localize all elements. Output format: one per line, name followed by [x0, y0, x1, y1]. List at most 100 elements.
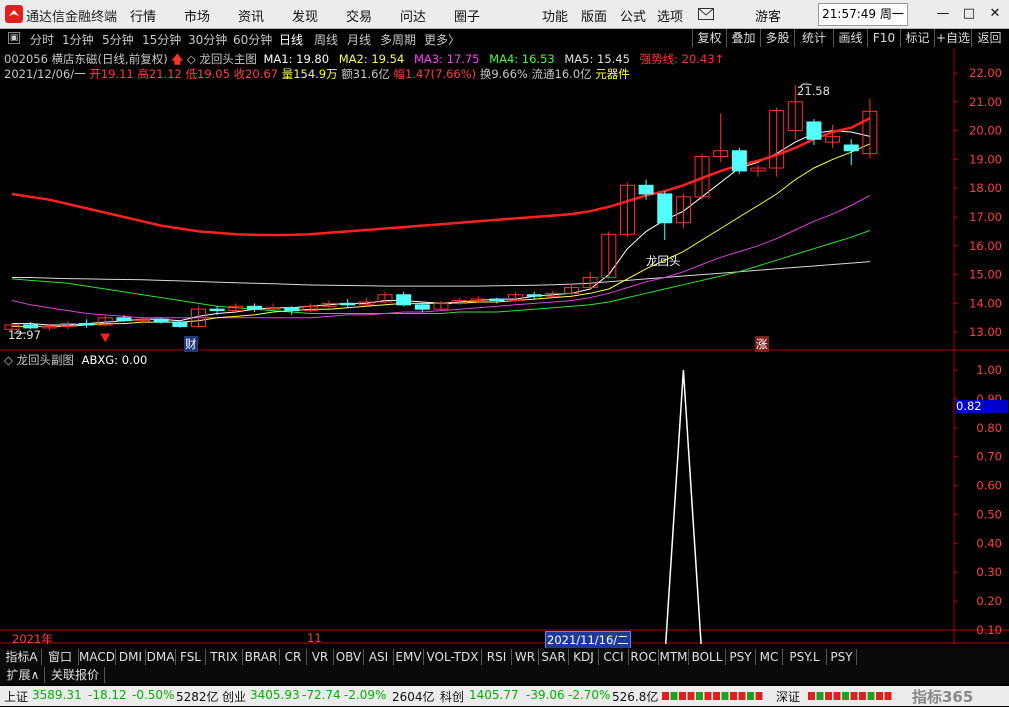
indicator-tab-boll[interactable]: BOLL	[689, 649, 726, 665]
maximize-icon[interactable]: □	[958, 4, 980, 24]
menu-item-hangqing[interactable]: 行情	[130, 6, 156, 25]
indicator-tab-macd[interactable]: MACD	[79, 649, 116, 665]
diejia-button[interactable]: 叠加	[726, 29, 760, 47]
indicator-tab-vr[interactable]: VR	[307, 649, 334, 665]
period-multi[interactable]: 多周期	[380, 31, 416, 48]
quote-sector[interactable]: 元器件	[595, 67, 630, 81]
period-5min[interactable]: 5分钟	[102, 31, 134, 48]
close-icon[interactable]: ✕	[984, 4, 1006, 24]
candle-body-down	[526, 294, 542, 297]
main-ytick-label: 17.00	[969, 210, 1002, 224]
quote-change: 幅1.47(7.66%)	[393, 67, 477, 81]
kc-label[interactable]: 科创	[440, 688, 464, 705]
sh-label[interactable]: 上证	[4, 688, 28, 705]
cai-marker[interactable]: 财	[184, 336, 198, 352]
mail-icon[interactable]	[698, 8, 714, 20]
indicator-dropdown-icon[interactable]: ◇	[187, 52, 196, 66]
period-weekly[interactable]: 周线	[314, 31, 338, 48]
menu-item-banmian[interactable]: 版面	[581, 6, 607, 25]
candle-body-down	[340, 302, 356, 306]
indicator-tab-mtm[interactable]: MTM	[659, 649, 689, 665]
menu-item-wenda[interactable]: 问达	[400, 6, 426, 25]
indicator-tab-vol-tdx[interactable]: VOL-TDX	[424, 649, 482, 665]
quote-turnover: 换9.66%	[479, 67, 528, 81]
period-fenshi[interactable]: 分时	[30, 31, 54, 48]
back-button[interactable]: 返回	[971, 29, 1007, 47]
indicator-tab-mc[interactable]: MC	[756, 649, 783, 665]
kc-amount: 526.8亿	[612, 690, 659, 704]
indicator-tab-psy[interactable]: PSY	[726, 649, 756, 665]
main-ytick-label: 22.00	[969, 66, 1002, 80]
strong-line	[11, 117, 871, 237]
indicator-tab-fsl[interactable]: FSL	[176, 649, 206, 665]
biaoji-button[interactable]: 标记	[900, 29, 934, 47]
period-monthly[interactable]: 月线	[347, 31, 371, 48]
menu-item-faxian[interactable]: 发现	[292, 6, 318, 25]
fuquan-button[interactable]: 复权	[692, 29, 726, 47]
indicator-tab-trix[interactable]: TRIX	[206, 649, 243, 665]
quote-float: 流通16.0亿	[531, 67, 592, 81]
menu-item-jiaoyi[interactable]: 交易	[346, 6, 372, 25]
indicator-tab-dmi[interactable]: DMI	[116, 649, 146, 665]
tab-extend[interactable]: 扩展∧	[2, 667, 45, 683]
f10-button[interactable]: F10	[867, 29, 900, 47]
indicator-tab-dma[interactable]: DMA	[146, 649, 176, 665]
menu-item-quanzi[interactable]: 圈子	[454, 6, 480, 25]
market-breadth-bar	[662, 692, 763, 700]
tongji-button[interactable]: 统计	[794, 29, 833, 47]
period-1min[interactable]: 1分钟	[62, 31, 94, 48]
sub-ytick-label: 0.80	[976, 421, 1002, 435]
indicator-tab-cr[interactable]: CR	[280, 649, 307, 665]
indicator-tab-obv[interactable]: OBV	[334, 649, 364, 665]
candle-body-down	[172, 321, 188, 327]
indicator-tab-rsi[interactable]: RSI	[482, 649, 512, 665]
period-daily[interactable]: 日线	[279, 31, 303, 48]
indicator-tab-brar[interactable]: BRAR	[243, 649, 280, 665]
quote-date: 2021/12/06/一	[4, 67, 86, 81]
menu-item-gongneng[interactable]: 功能	[542, 6, 568, 25]
minimize-icon[interactable]: —	[932, 4, 954, 24]
quote-high: 高21.12	[137, 67, 182, 81]
kline-chart[interactable]: 22.00 21.00 20.00 19.00 18.00 17.00 16.00 15.00…	[0, 48, 1009, 644]
indicator-tab-emv[interactable]: EMV	[394, 649, 424, 665]
indicator-tab-psy[interactable]: PSY	[827, 649, 857, 665]
menu-item-zixun[interactable]: 资讯	[238, 6, 264, 25]
sub-dropdown-icon[interactable]: ◇	[4, 353, 13, 367]
main-indicator-name[interactable]: 龙回头主图	[199, 52, 257, 66]
cy-label[interactable]: 创业	[222, 688, 246, 705]
period-60min[interactable]: 60分钟	[233, 31, 272, 48]
sh-amount: 5282亿	[176, 690, 219, 704]
huaxian-button[interactable]: 画线	[833, 29, 867, 47]
period-more[interactable]: 更多〉	[424, 31, 460, 48]
indicator-tab-asi[interactable]: ASI	[364, 649, 394, 665]
x-axis-month: 11	[307, 631, 322, 645]
indicator-tab--[interactable]: 窗口	[42, 649, 79, 665]
sub-indicator-name[interactable]: 龙回头副图	[17, 353, 75, 367]
menu-item-gongshi[interactable]: 公式	[620, 6, 646, 25]
indicator-tab-roc[interactable]: ROC	[629, 649, 659, 665]
menu-item-xuanxiang[interactable]: 选项	[657, 6, 683, 25]
indicator-tab-kdj[interactable]: KDJ	[569, 649, 599, 665]
cy-amount: 2604亿	[392, 690, 435, 704]
menu-item-shichang[interactable]: 市场	[184, 6, 210, 25]
sub-ytick-label: 1.00	[976, 363, 1002, 377]
bottom-area: 指标A 窗口 MACD DMI DMA FSL TRIX BRAR CR VR OBV ASI EMV V…	[0, 644, 1009, 706]
zhang-marker[interactable]: 涨	[755, 336, 769, 352]
toggle-icon[interactable]: ▣	[8, 32, 20, 44]
breadth-segment	[884, 692, 892, 700]
period-30min[interactable]: 30分钟	[188, 31, 227, 48]
add-watchlist-button[interactable]: +自选	[934, 29, 971, 47]
indicator-tab-psy-l[interactable]: PSY.L	[783, 649, 827, 665]
breadth-segment	[850, 692, 858, 700]
indicator-tab-cci[interactable]: CCI	[599, 649, 629, 665]
tab-related-quote[interactable]: 关联报价	[46, 667, 105, 683]
indicator-tab-wr[interactable]: WR	[512, 649, 539, 665]
duogu-button[interactable]: 多股	[760, 29, 794, 47]
app-logo-icon	[5, 5, 23, 23]
sz-label[interactable]: 深证	[776, 688, 800, 705]
period-toolbar: ▣ 分时 1分钟 5分钟 15分钟 30分钟 60分钟 日线 周线 月线 多周期…	[0, 29, 1009, 48]
indicator-tab-sar[interactable]: SAR	[539, 649, 569, 665]
indicator-tab--a[interactable]: 指标A	[2, 649, 42, 665]
period-15min[interactable]: 15分钟	[142, 31, 181, 48]
user-label[interactable]: 游客	[755, 6, 781, 25]
